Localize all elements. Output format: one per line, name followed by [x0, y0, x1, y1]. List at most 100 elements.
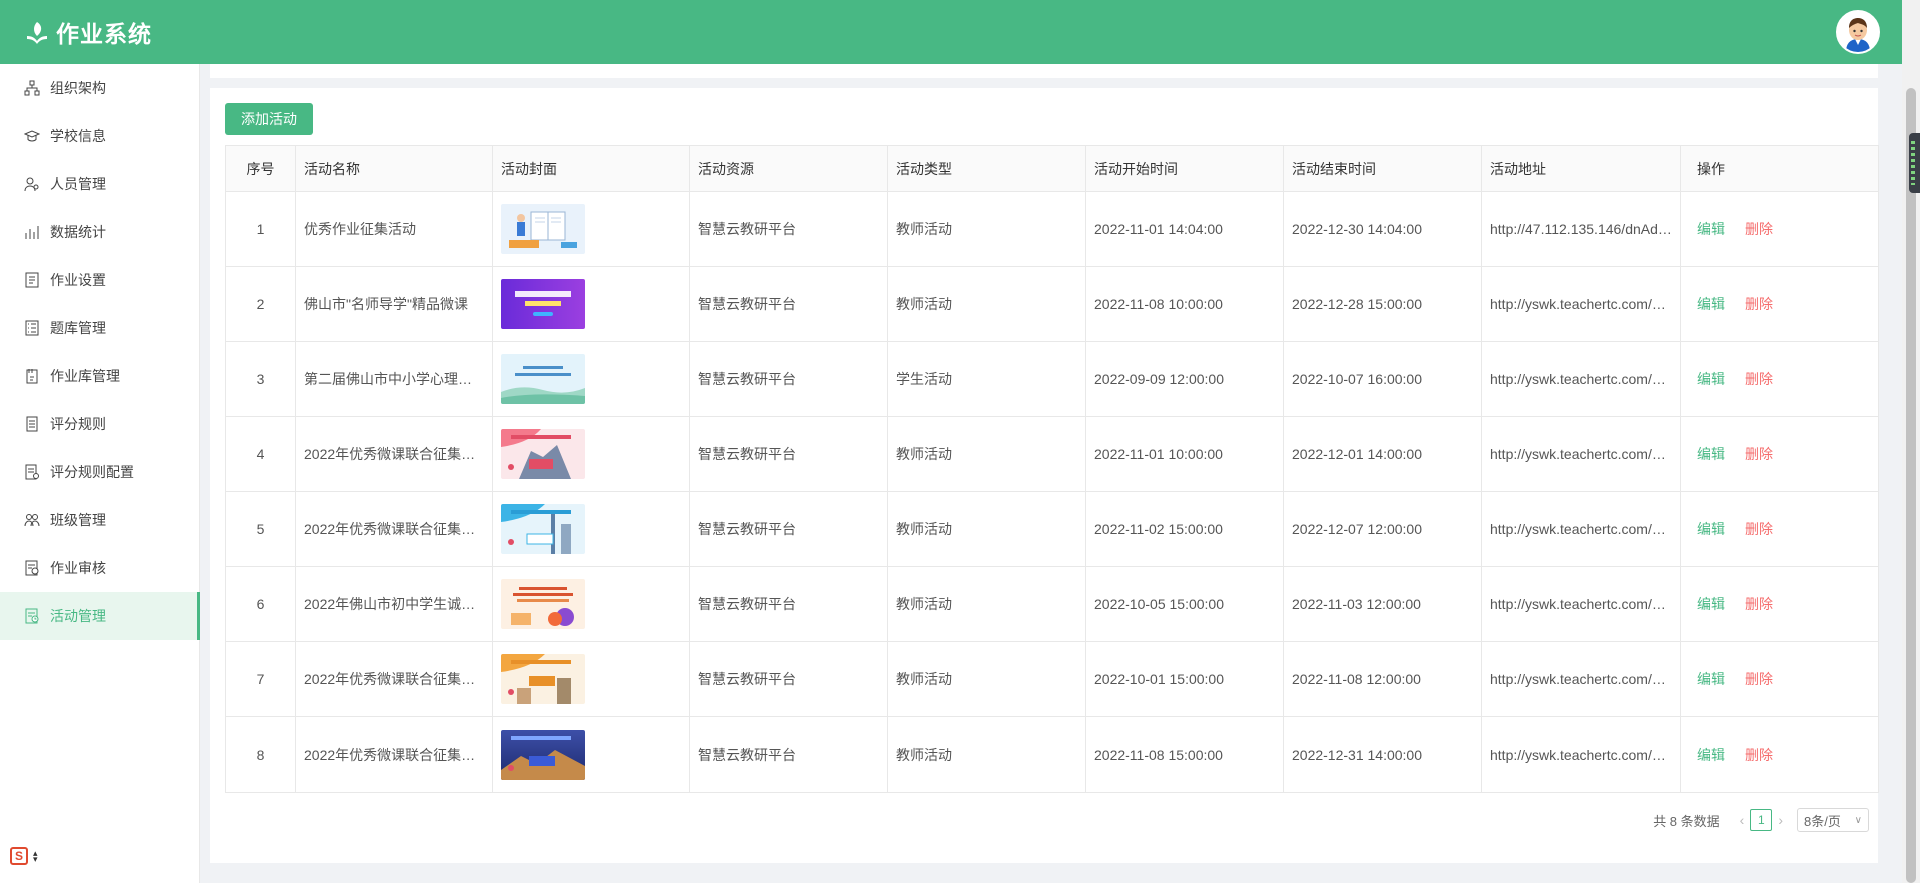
sidebar-item-1[interactable]: 学校信息: [0, 112, 199, 160]
ime-indicator[interactable]: S ▴ ▾: [10, 847, 38, 865]
sidebar-item-7[interactable]: 评分规则: [0, 400, 199, 448]
activity-cover-image[interactable]: [501, 204, 585, 254]
sidebar-item-label: 学校信息: [50, 128, 106, 144]
sidebar-item-9[interactable]: 班级管理: [0, 496, 199, 544]
activity-cover-image[interactable]: [501, 504, 585, 554]
activity-url: http://yswk.teachertc.com/activity: [1482, 567, 1681, 641]
delete-link[interactable]: 删除: [1745, 294, 1773, 314]
sidebar: 组织架构学校信息人员管理数据统计作业设置 题库管理 作业库管理评分规则评分规则配置班…: [0, 64, 200, 883]
next-page-icon[interactable]: ›: [1778, 812, 1783, 828]
sidebar-item-4[interactable]: 作业设置: [0, 256, 199, 304]
sidebar-item-label: 评分规则: [50, 416, 106, 432]
users-icon: [24, 176, 40, 192]
activity-end-time: 2022-12-30 14:04:00: [1284, 192, 1482, 266]
activity-start-time: 2022-11-01 10:00:00: [1086, 417, 1284, 491]
page-size-select[interactable]: 8条/页 ∨: [1797, 808, 1869, 832]
list-doc-icon: [24, 320, 40, 336]
sidebar-item-3[interactable]: 数据统计: [0, 208, 199, 256]
user-avatar[interactable]: [1836, 10, 1880, 54]
row-actions: 编辑 删除: [1681, 567, 1878, 641]
delete-link[interactable]: 删除: [1745, 519, 1773, 539]
activity-end-time: 2022-12-31 14:00:00: [1284, 717, 1482, 792]
row-index: 1: [226, 192, 296, 266]
row-actions: 编辑 删除: [1681, 417, 1878, 491]
activity-type: 教师活动: [888, 642, 1086, 716]
edit-link[interactable]: 编辑: [1697, 444, 1725, 464]
app-logo[interactable]: 作业系统: [24, 15, 152, 49]
activity-name: 第二届佛山市中小学心理健康教育活动: [296, 342, 493, 416]
sidebar-item-11[interactable]: 活动管理: [0, 592, 200, 640]
sidebar-item-5[interactable]: 题库管理: [0, 304, 199, 352]
row-index: 7: [226, 642, 296, 716]
activity-cover-cell: [493, 492, 690, 566]
sidebar-item-10[interactable]: 作业审核: [0, 544, 199, 592]
sidebar-item-label: 组织架构: [50, 80, 106, 96]
filter-panel-edge: [210, 64, 1878, 78]
scrollbar-thumb[interactable]: [1906, 88, 1916, 883]
activity-cover-image[interactable]: [501, 654, 585, 704]
activity-cover-cell: [493, 342, 690, 416]
column-header: 活动资源: [690, 146, 888, 191]
review-icon: [24, 560, 40, 576]
edit-link[interactable]: 编辑: [1697, 519, 1725, 539]
sidebar-item-0[interactable]: 组织架构: [0, 64, 199, 112]
delete-link[interactable]: 删除: [1745, 444, 1773, 464]
activity-url: http://47.112.135.146/dnAdmin/activity: [1482, 192, 1681, 266]
edit-link[interactable]: 编辑: [1697, 669, 1725, 689]
row-index: 3: [226, 342, 296, 416]
sidebar-menu: 组织架构学校信息人员管理数据统计作业设置 题库管理 作业库管理评分规则评分规则配置班…: [0, 64, 200, 640]
activity-start-time: 2022-11-08 15:00:00: [1086, 717, 1284, 792]
edit-link[interactable]: 编辑: [1697, 369, 1725, 389]
activity-name: 2022年优秀微课联合征集活动江门站: [296, 642, 493, 716]
sidebar-item-label: 人员管理: [50, 176, 106, 192]
activity-start-time: 2022-10-01 15:00:00: [1086, 642, 1284, 716]
delete-link[interactable]: 删除: [1745, 594, 1773, 614]
row-actions: 编辑 删除: [1681, 492, 1878, 566]
delete-link[interactable]: 删除: [1745, 369, 1773, 389]
delete-link[interactable]: 删除: [1745, 669, 1773, 689]
row-index: 2: [226, 267, 296, 341]
sidebar-item-2[interactable]: 人员管理: [0, 160, 199, 208]
edit-link[interactable]: 编辑: [1697, 294, 1725, 314]
edit-link[interactable]: 编辑: [1697, 745, 1725, 765]
activity-url: http://yswk.teachertc.com/activity: [1482, 717, 1681, 792]
activity-name: 2022年优秀微课联合征集活动佛山站: [296, 417, 493, 491]
activity-end-time: 2022-12-07 12:00:00: [1284, 492, 1482, 566]
add-activity-button[interactable]: 添加活动: [225, 103, 313, 135]
activity-type: 教师活动: [888, 417, 1086, 491]
page-number-current[interactable]: 1: [1750, 809, 1773, 831]
prev-page-icon[interactable]: ‹: [1740, 812, 1745, 828]
sidebar-item-6[interactable]: 作业库管理: [0, 352, 199, 400]
activity-cover-image[interactable]: [501, 429, 585, 479]
activity-url: http://yswk.teachertc.com/activity: [1482, 642, 1681, 716]
delete-link[interactable]: 删除: [1745, 745, 1773, 765]
table-row: 3第二届佛山市中小学心理健康教育活动 智慧云教研平台学生活动2022-09-09 …: [226, 342, 1878, 417]
activity-cover-image[interactable]: [501, 354, 585, 404]
activity-source: 智慧云教研平台: [690, 267, 888, 341]
settings-doc-icon: [24, 272, 40, 288]
activity-source: 智慧云教研平台: [690, 492, 888, 566]
activity-cover-image[interactable]: [501, 279, 585, 329]
edit-link[interactable]: 编辑: [1697, 594, 1725, 614]
row-index: 4: [226, 417, 296, 491]
activity-icon: [24, 608, 40, 624]
floating-side-widget[interactable]: [1909, 133, 1920, 193]
ime-toggle-icon: ▴ ▾: [33, 848, 38, 864]
bar-chart-icon: [24, 224, 40, 240]
activity-start-time: 2022-11-02 15:00:00: [1086, 492, 1284, 566]
activity-cover-image[interactable]: [501, 729, 585, 780]
table-row: 2 佛山市"名师导学"精品微课 智慧云教研平台 教师活动 2022-11-08 10:0…: [226, 267, 1878, 342]
edit-link[interactable]: 编辑: [1697, 219, 1725, 239]
sidebar-item-label: 数据统计: [50, 224, 106, 240]
activity-name: 2022年优秀微课联合征集活动广州站: [296, 492, 493, 566]
activity-table: 序号 活动名称 活动封面 活动资源 活动类型 活动开始时间 活动结束时间 活动地址 操作 1 优秀…: [225, 145, 1879, 793]
delete-link[interactable]: 删除: [1745, 219, 1773, 239]
sidebar-item-label: 作业审核: [50, 560, 106, 576]
sidebar-item-8[interactable]: 评分规则配置: [0, 448, 199, 496]
rule-config-icon: [24, 464, 40, 480]
activity-end-time: 2022-11-08 12:00:00: [1284, 642, 1482, 716]
activity-cover-image[interactable]: [501, 579, 585, 629]
activity-type: 教师活动: [888, 567, 1086, 641]
activity-start-time: 2022-11-01 14:04:00: [1086, 192, 1284, 266]
row-index: 8: [226, 717, 296, 792]
